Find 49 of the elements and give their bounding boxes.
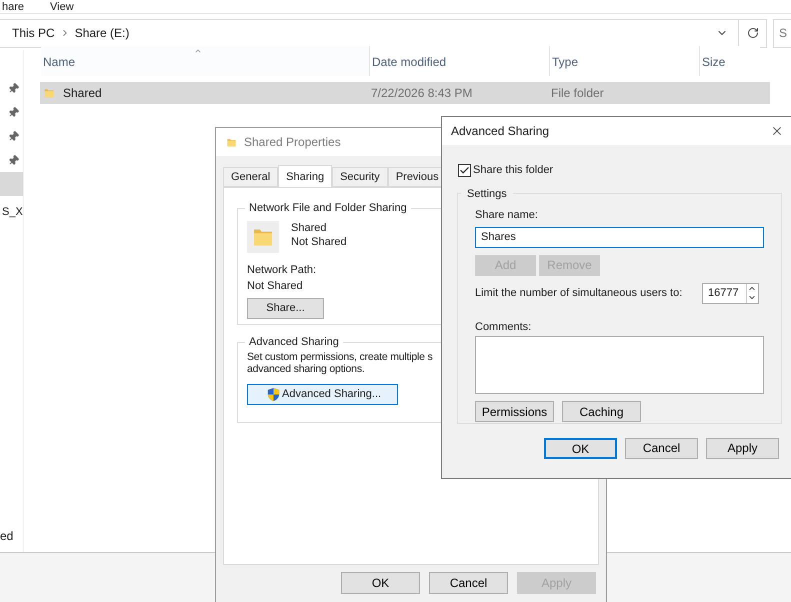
checkbox[interactable] (458, 164, 471, 177)
window-title: Shared Properties (244, 134, 341, 151)
ribbon-tab[interactable]: View (50, 0, 74, 12)
dialog-button[interactable]: OK (544, 438, 617, 458)
breadcrumb[interactable]: Share (E:) (74, 24, 130, 42)
dialog-button[interactable]: Apply (706, 438, 779, 458)
column-header[interactable]: Date modified (370, 46, 550, 76)
group-title: Advanced Sharing (248, 335, 340, 350)
folder-name: Shared (291, 220, 328, 234)
description-line: advanced sharing options. (247, 362, 365, 374)
limit-label: Limit the number of simultaneous users to: (475, 286, 684, 301)
dialog-button[interactable]: Permissions (475, 401, 554, 422)
file-name: Shared (63, 85, 102, 102)
file-row[interactable]: Shared 7/22/2026 8:43 PM File folder (40, 82, 770, 104)
shield-icon (266, 386, 281, 402)
file-date: 7/22/2026 8:43 PM (371, 85, 474, 102)
window-title: Advanced Sharing (451, 123, 550, 140)
breadcrumb[interactable]: This PC (12, 24, 55, 42)
group-title: Settings (466, 186, 508, 202)
search-field[interactable]: S (773, 18, 791, 48)
column-header[interactable]: Name (41, 46, 370, 76)
checkbox-label[interactable]: Share this folder (473, 162, 554, 178)
network-path: Not Shared (247, 278, 303, 292)
close-icon[interactable] (770, 124, 784, 138)
share-status: Not Shared (291, 234, 347, 248)
share-name-label: Share name: (475, 208, 539, 223)
nav-label[interactable]: S_X (2, 204, 23, 220)
nav-label[interactable]: ed (0, 527, 23, 545)
advanced-sharing-button[interactable]: Advanced Sharing... (247, 384, 398, 404)
dialog-button[interactable]: Cancel (625, 438, 698, 458)
share-button[interactable]: Share... (247, 298, 324, 318)
comments-field[interactable] (475, 336, 764, 394)
group-title: Network File and Folder Sharing (248, 201, 408, 216)
ribbon-tab[interactable]: hare (2, 0, 24, 12)
dialog-button[interactable]: Cancel (429, 572, 508, 594)
tab[interactable]: Sharing (278, 165, 332, 188)
dialog-button[interactable]: Caching (562, 401, 641, 422)
dialog-button[interactable]: OK (341, 572, 420, 594)
path-label: Network Path: (247, 262, 316, 276)
column-header[interactable]: Type (550, 46, 700, 76)
tab[interactable]: Security (332, 167, 388, 187)
comments-label: Comments: (475, 320, 532, 334)
user-limit-spinner[interactable]: 16777 (702, 282, 759, 304)
description-line: Set custom permissions, create multiple s (247, 350, 433, 362)
refresh-icon (746, 27, 758, 39)
file-type: File folder (551, 85, 604, 102)
share-name-field[interactable]: Shares (475, 226, 764, 248)
sort-caret-icon (193, 47, 203, 55)
tab[interactable]: General (223, 167, 278, 187)
